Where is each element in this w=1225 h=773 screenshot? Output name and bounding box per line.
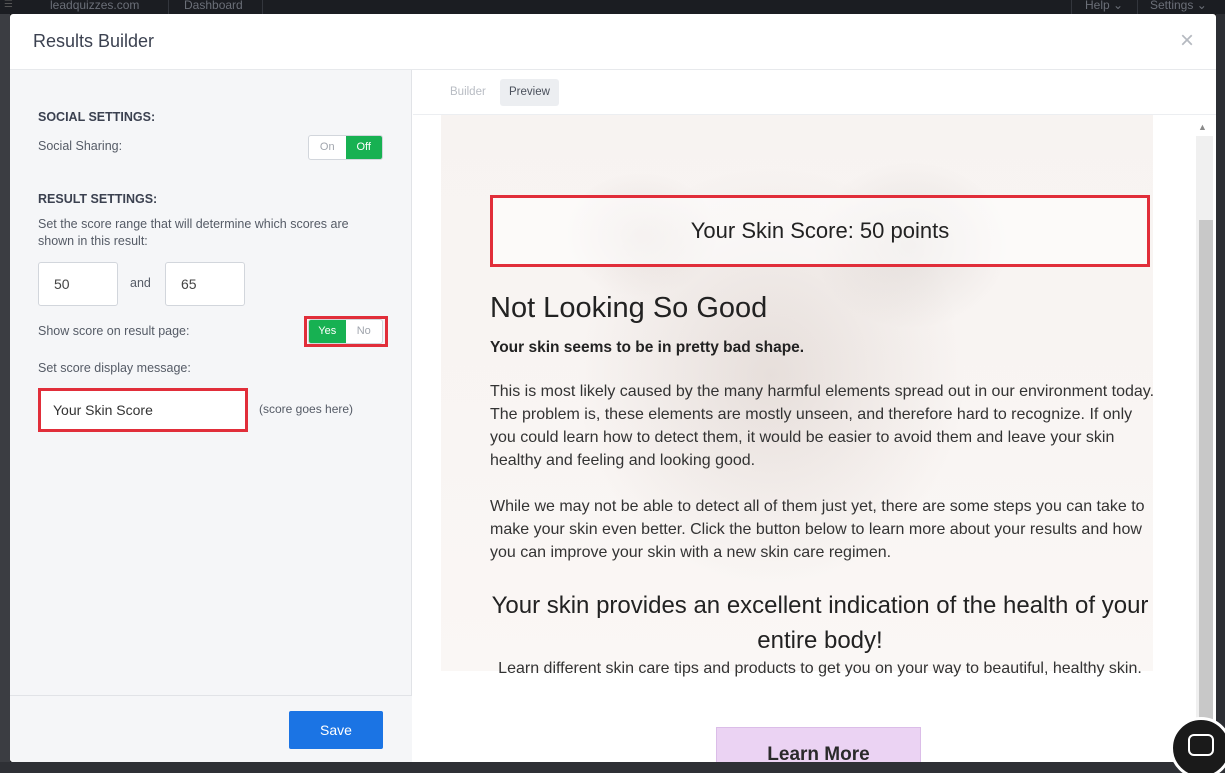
divider: [1137, 0, 1138, 14]
divider: [262, 0, 263, 14]
result-settings-heading: RESULT SETTINGS:: [38, 192, 158, 206]
result-title: Not Looking So Good: [490, 292, 768, 324]
social-sharing-label: Social Sharing:: [38, 139, 123, 153]
chat-widget-button[interactable]: [1170, 717, 1225, 773]
backdrop-left: [0, 14, 10, 773]
close-icon[interactable]: ×: [1176, 29, 1198, 53]
modal-title: Results Builder: [33, 31, 155, 51]
settings-label: Settings: [1150, 0, 1194, 12]
show-score-toggle[interactable]: Yes No: [308, 319, 383, 344]
tab-preview[interactable]: Preview: [500, 79, 559, 106]
help-label: Help: [1085, 0, 1110, 12]
view-tabs: Builder Preview: [413, 70, 1216, 115]
chevron-down-icon: ⌄: [1113, 0, 1124, 12]
divider: [1071, 0, 1072, 14]
result-paragraph-2: While we may not be able to detect all o…: [490, 498, 1145, 561]
save-button[interactable]: Save: [289, 711, 383, 749]
score-display: Your Skin Score: 50 points: [490, 195, 1150, 267]
learn-more-button[interactable]: Learn More: [716, 727, 921, 762]
range-max-input[interactable]: 65: [165, 262, 245, 306]
results-builder-modal: Results Builder × SOCIAL SETTINGS: Socia…: [10, 14, 1216, 762]
scroll-up-icon[interactable]: ▲: [1198, 122, 1207, 132]
range-and-label: and: [130, 276, 151, 290]
tab-builder[interactable]: Builder: [441, 79, 495, 106]
preview-panel: Builder Preview Your Skin Score: 50 poin…: [413, 70, 1216, 762]
result-subtitle: Your skin seems to be in pretty bad shap…: [490, 339, 805, 356]
range-min-input[interactable]: 50: [38, 262, 118, 306]
result-paragraph-1: This is most likely caused by the many h…: [490, 383, 1155, 469]
toggle-on[interactable]: On: [309, 136, 346, 159]
divider: [168, 0, 169, 14]
help-menu[interactable]: Help ⌄: [1085, 0, 1123, 12]
cta-subtext: Learn different skin care tips and produ…: [498, 660, 1142, 677]
settings-panel: SOCIAL SETTINGS: Social Sharing: On Off …: [10, 70, 412, 762]
toggle-off[interactable]: Off: [345, 136, 382, 159]
chevron-down-icon: ⌄: [1196, 0, 1207, 12]
result-preview: Your Skin Score: 50 points Not Looking S…: [427, 115, 1184, 762]
chat-icon: [1188, 734, 1214, 756]
settings-menu[interactable]: Settings ⌄: [1150, 0, 1207, 12]
app-top-bar: ☰ leadquizzes.com Dashboard Help ⌄ Setti…: [0, 0, 1225, 14]
toggle-no[interactable]: No: [346, 320, 383, 343]
modal-header: Results Builder ×: [10, 14, 1216, 70]
social-settings-heading: SOCIAL SETTINGS:: [38, 110, 156, 124]
panel-footer: Save: [10, 695, 412, 762]
backdrop-bottom: [0, 762, 1225, 773]
show-score-label: Show score on result page:: [38, 324, 190, 338]
social-sharing-toggle[interactable]: On Off: [308, 135, 383, 160]
nav-dashboard[interactable]: Dashboard: [184, 0, 243, 12]
display-message-label: Set score display message:: [38, 361, 191, 375]
hamburger-icon[interactable]: ☰: [4, 0, 18, 10]
score-message-input[interactable]: Your Skin Score: [38, 388, 248, 432]
site-link[interactable]: leadquizzes.com: [50, 0, 139, 12]
score-range-description: Set the score range that will determine …: [38, 217, 349, 248]
cta-heading: Your skin provides an excellent indicati…: [491, 592, 1149, 654]
scrollbar-thumb[interactable]: [1199, 220, 1213, 732]
score-hint: (score goes here): [259, 402, 354, 416]
toggle-yes[interactable]: Yes: [309, 320, 346, 343]
backdrop-right: [1216, 14, 1225, 773]
